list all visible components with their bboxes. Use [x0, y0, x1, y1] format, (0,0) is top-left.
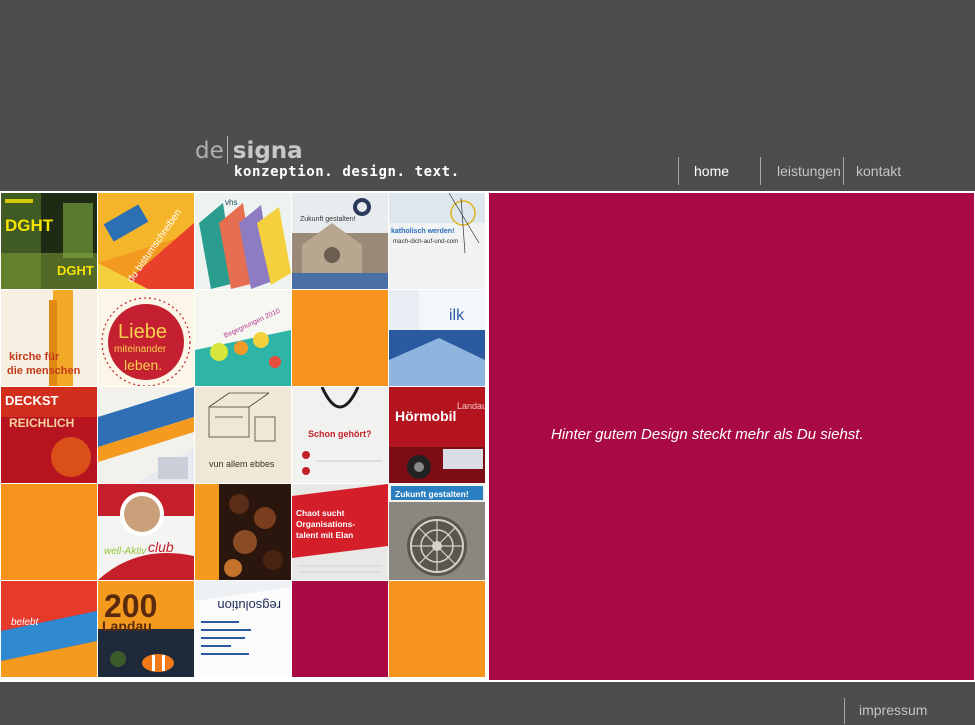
logo-tagline: konzeption. design. text. [234, 164, 460, 180]
tile-dght-brochure[interactable]: DGHT DGHT [1, 193, 97, 289]
tile-pralinen[interactable] [195, 484, 291, 580]
tile-text: katholisch werden! [391, 228, 454, 235]
tile-regsolution[interactable]: regsolution [195, 581, 291, 677]
tile-hoermobil[interactable]: Hörmobil Landau [389, 387, 485, 483]
tile-text: club [148, 539, 174, 555]
tile-text: DGHT [5, 216, 54, 235]
logo-part-de: de [195, 138, 224, 164]
tile-text: kirche für [9, 351, 60, 363]
tile-orange-1 [292, 290, 388, 386]
tile-orange-2 [1, 484, 97, 580]
intro-tagline: Hinter gutem Design steckt mehr als Du s… [551, 426, 864, 443]
tile-text: Zukunft gestalten! [300, 216, 356, 223]
content-area: DGHT DGHT du bistumschreiben vhs Zukunft… [0, 191, 975, 682]
tile-text: Landau [457, 401, 485, 411]
tile-text: talent mit Elan [296, 530, 353, 540]
tile-vun-allem-ebbes[interactable]: vun allem ebbes [195, 387, 291, 483]
nav-item-leistungen[interactable]: leistungen [760, 157, 843, 185]
tile-text: miteinander [114, 344, 167, 355]
tile-landau-zoo[interactable]: 200 Landau [98, 581, 194, 677]
main-nav: home leistungen kontakt [678, 157, 923, 185]
logo-part-signa: signa [232, 138, 303, 164]
logo-wordmark: de signa [195, 136, 303, 166]
tile-text: regsolution [217, 598, 281, 613]
tile-text: vun allem ebbes [209, 459, 275, 469]
impressum-link[interactable]: impressum [844, 698, 974, 724]
intro-panel: Hinter gutem Design steckt mehr als Du s… [489, 193, 974, 680]
tile-magenta [292, 581, 388, 677]
tile-text: ilk [449, 307, 465, 324]
tile-text: Landau [102, 618, 152, 634]
tile-blue-stripes[interactable] [98, 387, 194, 483]
tile-text: Organisations- [296, 519, 355, 529]
tile-orange-3 [389, 581, 485, 677]
tile-liebe[interactable]: Liebe miteinander leben. [98, 290, 194, 386]
portfolio-grid: DGHT DGHT du bistumschreiben vhs Zukunft… [1, 193, 488, 680]
tile-schon-gehoert[interactable]: Schon gehört? [292, 387, 388, 483]
tile-text: Zukunft gestalten! [395, 489, 469, 499]
tile-zukunft-church[interactable]: Zukunft gestalten! [292, 193, 388, 289]
tile-text: Chaot sucht [296, 508, 345, 518]
tile-ilk[interactable]: ilk [389, 290, 485, 386]
tile-text: leben. [124, 357, 162, 373]
tile-bistumschreiben[interactable]: du bistumschreiben [98, 193, 194, 289]
tile-text: REICHLICH [9, 416, 74, 430]
tile-text: belebt [11, 617, 39, 628]
tile-katholisch-werden[interactable]: katholisch werden! mach-dich-auf-und-com [389, 193, 485, 289]
tile-text: Hörmobil [395, 408, 456, 424]
tile-kirche-fuer-menschen[interactable]: kirche für die menschen [1, 290, 97, 386]
tile-text: DECKST [5, 393, 59, 408]
tile-text: Liebe [118, 321, 167, 343]
tile-text: Schon gehört? [308, 429, 372, 439]
nav-item-kontakt[interactable]: kontakt [843, 157, 923, 185]
tile-well-aktiv-club[interactable]: well-Aktiv club [98, 484, 194, 580]
page: de signa konzeption. design. text. home l… [0, 0, 975, 725]
logo[interactable]: de signa konzeption. design. text. [195, 136, 459, 180]
nav-item-home[interactable]: home [678, 157, 760, 185]
tile-chaot-sucht[interactable]: Chaot sucht Organisations- talent mit El… [292, 484, 388, 580]
tile-deckst-reichlich[interactable]: DECKST REICHLICH [1, 387, 97, 483]
tile-zukunft-rosette[interactable]: Zukunft gestalten! [389, 484, 485, 580]
tile-text: mach-dich-auf-und-com [393, 238, 458, 245]
logo-divider [226, 136, 228, 164]
tile-begegnungen[interactable]: Begegnungen 2010 [195, 290, 291, 386]
tile-stadt-belebt[interactable]: belebt [1, 581, 97, 677]
tile-text: die menschen [7, 365, 81, 377]
tile-vhs-flyers[interactable]: vhs [195, 193, 291, 289]
tile-text: vhs [225, 198, 237, 207]
tile-text: DGHT [57, 263, 94, 278]
tile-text: well-Aktiv [104, 546, 147, 557]
